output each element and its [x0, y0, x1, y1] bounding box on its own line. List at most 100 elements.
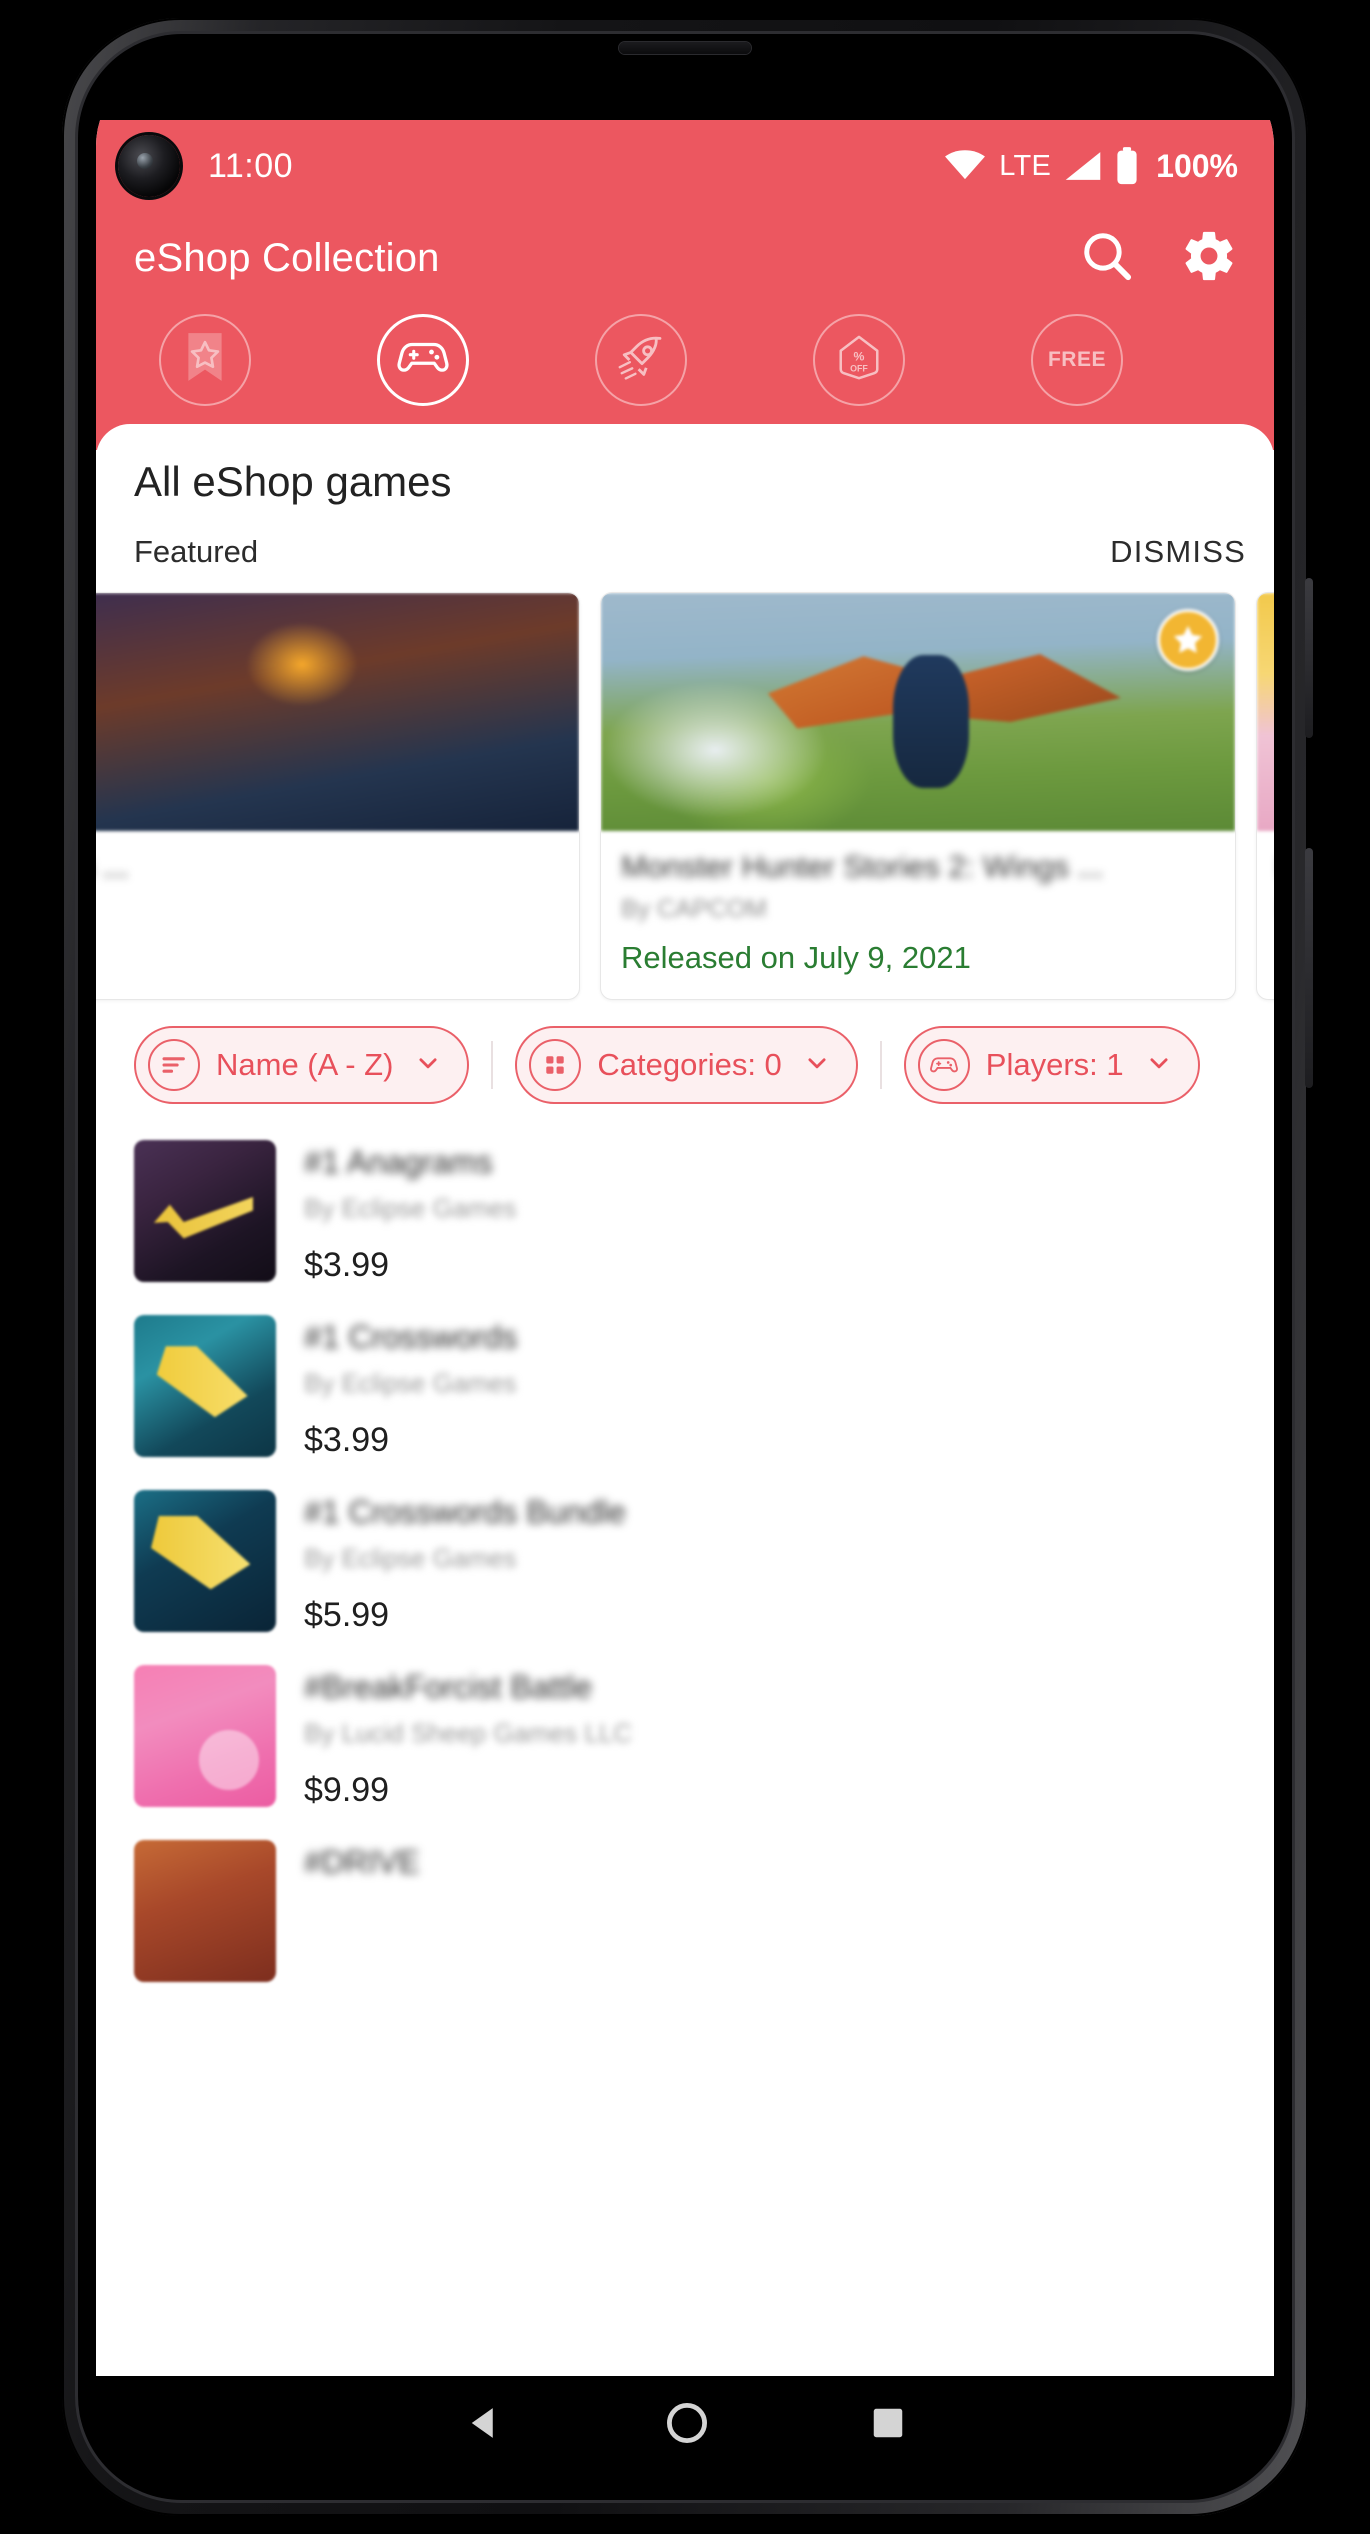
featured-card[interactable]: Monster Hunter Stories 2: Wings ... By C…: [600, 592, 1236, 1000]
game-info: #1 Anagrams By Eclipse Games $3.99: [304, 1140, 1244, 1285]
game-author: By Eclipse Games: [304, 1193, 517, 1223]
game-author: By Eclipse Games: [304, 1543, 517, 1573]
featured-label: Featured: [134, 534, 259, 569]
featured-meta: Monster Hunter Stories 2: Wings ... By C…: [601, 831, 1235, 976]
app-bar: eShop Collection: [96, 212, 1274, 304]
game-info: #BreakForcist Battle By Lucid Sheep Game…: [304, 1665, 1244, 1810]
featured-artwork: [96, 593, 579, 831]
tab-circle: [159, 314, 251, 406]
game-author: By Eclipse Games: [304, 1368, 517, 1398]
list-item[interactable]: #1 Crosswords Bundle By Eclipse Games $5…: [96, 1476, 1274, 1651]
nav-recents-button[interactable]: [869, 2404, 907, 2447]
game-info: #1 Crosswords Bundle By Eclipse Games $5…: [304, 1490, 1244, 1635]
game-thumbnail: [134, 1315, 276, 1457]
featured-card[interactable]: Papers G... By BW Ap... Available: [1256, 592, 1274, 1000]
list-item[interactable]: #1 Anagrams By Eclipse Games $3.99: [96, 1126, 1274, 1301]
sheet-title: All eShop games: [134, 458, 452, 505]
list-item[interactable]: #1 Crosswords By Eclipse Games $3.99: [96, 1301, 1274, 1476]
game-price: $9.99: [304, 1771, 390, 1809]
network-type-label: LTE: [999, 149, 1052, 182]
battery-icon: [1115, 147, 1139, 185]
game-price: $3.99: [304, 1246, 390, 1284]
nav-home-button[interactable]: [665, 2401, 709, 2450]
players-chip[interactable]: Players: 1: [903, 1026, 1200, 1104]
game-thumbnail: [134, 1665, 276, 1807]
chevron-down-icon: [1146, 1050, 1172, 1081]
gear-icon[interactable]: [1180, 227, 1238, 290]
game-list[interactable]: #1 Anagrams By Eclipse Games $3.99 #1 Cr…: [96, 1104, 1274, 1998]
game-title: #1 Crosswords Bundle: [304, 1494, 626, 1530]
svg-text:%: %: [854, 349, 865, 363]
front-camera-icon: [118, 135, 180, 197]
featured-carousel[interactable]: er's ...: [96, 570, 1274, 1000]
rocket-icon: [615, 332, 667, 389]
featured-header: Featured DISMISS: [96, 506, 1274, 570]
tab-circle: [595, 314, 687, 406]
chip-divider: [491, 1041, 494, 1089]
status-indicators: LTE 100%: [944, 147, 1238, 185]
eshop-collection-app: 11:00 LTE 100% eShop Collection % OFF FR…: [96, 120, 1274, 2376]
nav-back-button[interactable]: [463, 2402, 505, 2449]
featured-status: Released on July 9, 2021: [621, 940, 971, 975]
game-author: By Lucid Sheep Games LLC: [304, 1718, 633, 1748]
grid-icon: [529, 1039, 582, 1091]
featured-artwork: [1257, 593, 1274, 831]
game-title: #1 Anagrams: [304, 1144, 493, 1180]
game-thumbnail: [134, 1840, 276, 1982]
chevron-down-icon: [804, 1050, 830, 1081]
android-navigation-bar: [96, 2376, 1274, 2474]
list-item[interactable]: #DRIVE: [96, 1826, 1274, 1998]
game-price: $5.99: [304, 1596, 390, 1634]
phone-bezel: 11:00 LTE 100% eShop Collection % OFF FR…: [78, 34, 1292, 2500]
search-icon[interactable]: [1080, 229, 1134, 288]
status-time: 11:00: [208, 146, 294, 185]
gamepad-small-icon: [917, 1039, 970, 1091]
free-text-icon: FREE: [1047, 348, 1106, 371]
svg-text:OFF: OFF: [850, 363, 868, 373]
power-button[interactable]: [1305, 578, 1313, 738]
dismiss-button[interactable]: DISMISS: [1110, 534, 1250, 570]
game-thumbnail: [134, 1490, 276, 1632]
chip-label: Categories: 0: [597, 1047, 782, 1082]
game-price: $3.99: [304, 1421, 390, 1459]
tab-circle: FREE: [1031, 314, 1123, 406]
featured-card[interactable]: er's ...: [96, 592, 580, 1000]
volume-button[interactable]: [1305, 848, 1313, 1088]
gamepad-icon: [396, 338, 450, 383]
content-sheet: All eShop games Featured DISMISS er's ..…: [96, 424, 1274, 2376]
chevron-down-icon: [415, 1050, 441, 1081]
phone-screen: 11:00 LTE 100% eShop Collection % OFF FR…: [96, 62, 1274, 2474]
game-info: #1 Crosswords By Eclipse Games $3.99: [304, 1315, 1244, 1460]
featured-artwork: [601, 593, 1235, 831]
sort-chip[interactable]: Name (A - Z): [134, 1026, 470, 1104]
game-thumbnail: [134, 1140, 276, 1282]
page-title: eShop Collection: [134, 235, 440, 280]
game-title: #1 Crosswords: [304, 1319, 518, 1355]
categories-chip[interactable]: Categories: 0: [515, 1026, 858, 1104]
featured-title: er's ...: [96, 849, 129, 884]
phone-frame: 11:00 LTE 100% eShop Collection % OFF FR…: [62, 18, 1313, 2516]
chip-divider: [879, 1041, 882, 1089]
chip-label: Name (A - Z): [216, 1047, 394, 1082]
app-bar-actions: [1080, 227, 1238, 290]
wifi-icon: [944, 150, 986, 182]
filter-chip-row[interactable]: Name (A - Z) Categories: 0 Players: 1: [96, 1000, 1274, 1104]
chip-label: Players: 1: [985, 1047, 1124, 1082]
favourite-star-badge[interactable]: [1157, 609, 1219, 671]
app-header: 11:00 LTE 100% eShop Collection % OFF FR…: [96, 120, 1274, 450]
featured-author: By CAPCOM: [621, 895, 767, 923]
featured-title: Monster Hunter Stories 2: Wings ...: [621, 849, 1104, 884]
game-info: #DRIVE: [304, 1840, 1244, 1881]
signal-icon: [1064, 150, 1102, 182]
featured-meta: Papers G... By BW Ap... Available: [1257, 831, 1274, 976]
tab-circle: [377, 314, 469, 406]
screen-top-mask: [96, 62, 1274, 120]
featured-meta: er's ...: [96, 831, 579, 895]
percent-off-icon: % OFF: [834, 333, 884, 388]
bookmark-star-icon: [180, 331, 230, 390]
status-bar: 11:00 LTE 100%: [96, 120, 1274, 212]
battery-percent-label: 100%: [1156, 147, 1238, 184]
sort-icon: [148, 1039, 200, 1091]
tab-circle: % OFF: [813, 314, 905, 406]
list-item[interactable]: #BreakForcist Battle By Lucid Sheep Game…: [96, 1651, 1274, 1826]
